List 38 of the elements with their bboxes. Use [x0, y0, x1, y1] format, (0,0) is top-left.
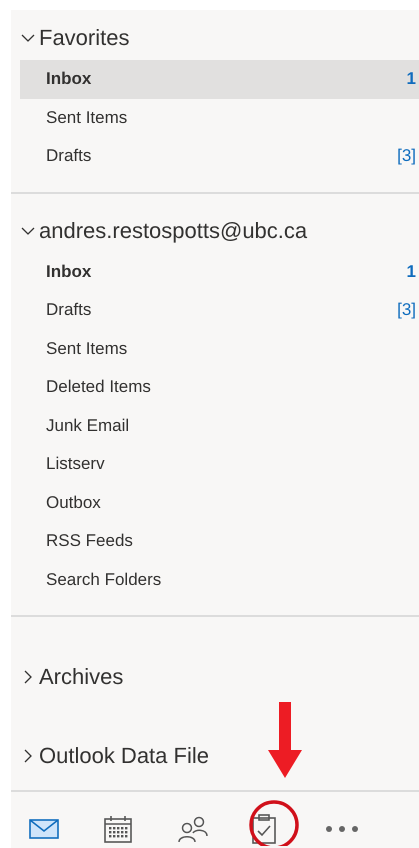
folder-item[interactable]: Outbox [20, 484, 419, 522]
section-header[interactable]: Archives [39, 664, 124, 690]
folder-name: Inbox [46, 69, 92, 90]
folder-name: Junk Email [46, 416, 130, 436]
folder-item[interactable]: Sent Items [20, 330, 419, 368]
folder-item[interactable]: Drafts [3] [20, 291, 419, 330]
calendar-icon [103, 814, 133, 844]
folder-name: Outbox [46, 492, 101, 513]
folder-name: RSS Feeds [46, 531, 133, 552]
unread-count: [3] [397, 300, 416, 320]
folder-name: Drafts [46, 146, 92, 166]
folder-item[interactable]: Deleted Items [20, 368, 419, 406]
folder-item[interactable]: RSS Feeds [20, 522, 419, 560]
people-icon [177, 814, 209, 844]
folder-name: Deleted Items [46, 377, 151, 398]
unread-count: [3] [397, 146, 416, 166]
section-header[interactable]: andres.restospotts@ubc.ca [39, 218, 308, 244]
folder-name: Drafts [46, 300, 92, 320]
folder-item[interactable]: Junk Email [20, 406, 419, 445]
folder-item[interactable]: Search Folders [20, 560, 419, 599]
section-header[interactable]: Outlook Data File [39, 743, 209, 769]
folder-name: Listserv [46, 454, 105, 474]
folder-item[interactable]: Inbox 1 [20, 60, 419, 98]
unread-count: 1 [406, 69, 416, 90]
folder-item[interactable]: Inbox 1 [20, 252, 419, 291]
envelope-icon [29, 818, 59, 840]
tasks-nav-button[interactable] [251, 812, 277, 846]
unread-count: 1 [406, 262, 416, 282]
folder-name: Sent Items [46, 108, 128, 128]
folder-item[interactable]: Drafts [3] [20, 137, 419, 176]
folder-name: Sent Items [46, 338, 128, 359]
folder-name: Search Folders [46, 570, 162, 590]
section-header[interactable]: Favorites [39, 25, 130, 51]
clipboard-check-icon [251, 813, 277, 845]
folder-name: Inbox [46, 262, 92, 282]
more-icon [325, 825, 359, 833]
folder-item[interactable]: Sent Items [20, 98, 419, 137]
folder-item[interactable]: Listserv [20, 445, 419, 484]
